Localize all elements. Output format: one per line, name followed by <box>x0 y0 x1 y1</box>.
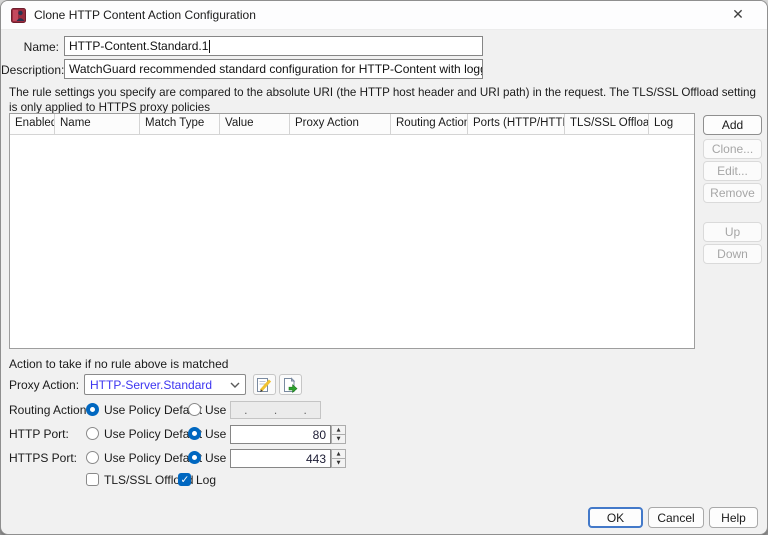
routing-use-label: Use <box>205 403 227 417</box>
spin-up-icon[interactable]: ▲ <box>331 449 346 458</box>
down-button[interactable]: Down <box>703 244 762 264</box>
column-header-routing-action: Routing Action <box>391 114 468 134</box>
rules-table: Enabled Name Match Type Value Proxy Acti… <box>9 113 695 349</box>
fallback-heading: Action to take if no rule above is match… <box>9 357 229 371</box>
https-port-use-policy-default-radio[interactable] <box>86 451 99 464</box>
column-header-enabled: Enabled <box>10 114 55 134</box>
edit-icon <box>257 377 272 392</box>
routing-action-label: Routing Action: <box>9 403 90 417</box>
edit-button[interactable]: Edit... <box>703 161 762 181</box>
help-button[interactable]: Help <box>709 507 758 528</box>
https-port-value: 443 <box>305 451 326 466</box>
http-port-use-policy-default-radio[interactable] <box>86 427 99 440</box>
routing-ip-input[interactable]: . . . <box>230 401 321 419</box>
routing-use-radio[interactable] <box>188 403 201 416</box>
name-input-value: HTTP-Content.Standard.1 <box>69 39 209 53</box>
https-port-use-radio[interactable] <box>188 451 201 464</box>
http-port-value: 80 <box>312 427 326 442</box>
routing-use-policy-default-radio[interactable] <box>86 403 99 416</box>
https-port-spinner: ▲ ▼ <box>331 449 346 468</box>
column-header-proxy-action: Proxy Action <box>290 114 391 134</box>
text-caret <box>209 39 211 53</box>
log-checkbox[interactable] <box>178 473 191 486</box>
column-header-match-type: Match Type <box>140 114 220 134</box>
clone-proxy-action-button[interactable] <box>279 374 302 395</box>
close-button[interactable]: ✕ <box>723 5 753 25</box>
http-port-input[interactable]: 80 <box>230 425 331 444</box>
up-button[interactable]: Up <box>703 222 762 242</box>
proxy-action-label: Proxy Action: <box>9 378 80 392</box>
clone-button[interactable]: Clone... <box>703 139 762 159</box>
window-title: Clone HTTP Content Action Configuration <box>34 8 256 22</box>
ip-dot: . <box>244 403 248 417</box>
tls-ssl-offload-checkbox[interactable] <box>86 473 99 486</box>
name-label: Name: <box>23 40 59 54</box>
log-label: Log <box>196 473 217 487</box>
column-header-name: Name <box>55 114 140 134</box>
spin-down-icon[interactable]: ▼ <box>331 458 346 468</box>
rules-table-body[interactable] <box>10 135 694 349</box>
spin-up-icon[interactable]: ▲ <box>331 425 346 434</box>
http-port-use-radio[interactable] <box>188 427 201 440</box>
column-header-ports: Ports (HTTP/HTTPS) <box>468 114 565 134</box>
https-port-use-label: Use <box>205 451 227 465</box>
chevron-down-icon <box>230 382 240 388</box>
ip-dot: . <box>303 403 307 417</box>
app-icon <box>11 7 26 23</box>
name-input[interactable]: HTTP-Content.Standard.1 <box>64 36 483 56</box>
column-header-value: Value <box>220 114 290 134</box>
cancel-button[interactable]: Cancel <box>648 507 704 528</box>
http-port-spinner: ▲ ▼ <box>331 425 346 444</box>
proxy-action-dropdown[interactable]: HTTP-Server.Standard <box>84 374 246 395</box>
https-port-label: HTTPS Port: <box>9 451 78 465</box>
title-bar: Clone HTTP Content Action Configuration … <box>1 1 767 30</box>
description-input-value: WatchGuard recommended standard configur… <box>69 62 482 76</box>
column-header-tls-offload: TLS/SSL Offload <box>565 114 649 134</box>
copy-new-icon <box>284 376 298 393</box>
rule-info-line1: The rule settings you specify are compar… <box>9 86 756 114</box>
spin-down-icon[interactable]: ▼ <box>331 434 346 444</box>
https-port-input[interactable]: 443 <box>230 449 331 468</box>
description-input[interactable]: WatchGuard recommended standard configur… <box>64 59 483 79</box>
edit-proxy-action-button[interactable] <box>253 374 276 395</box>
http-port-use-label: Use <box>205 427 227 441</box>
ip-dot: . <box>273 403 278 417</box>
description-label: Description: <box>1 63 65 77</box>
add-button[interactable]: Add <box>703 115 762 135</box>
rules-table-header: Enabled Name Match Type Value Proxy Acti… <box>10 114 694 135</box>
column-header-log: Log <box>654 117 674 129</box>
http-port-label: HTTP Port: <box>9 427 69 441</box>
remove-button[interactable]: Remove <box>703 183 762 203</box>
clone-http-content-action-dialog: Clone HTTP Content Action Configuration … <box>0 0 768 535</box>
proxy-action-value: HTTP-Server.Standard <box>90 377 213 392</box>
ok-button[interactable]: OK <box>588 507 643 528</box>
